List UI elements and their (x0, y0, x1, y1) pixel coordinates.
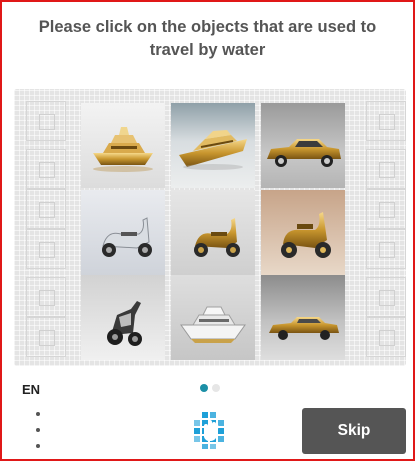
page-dot-active (200, 384, 208, 392)
background-square (26, 317, 66, 357)
tile-black-motorbike[interactable] (81, 275, 165, 360)
golden-scooter-image (171, 190, 255, 275)
menu-dots-icon[interactable] (32, 412, 44, 448)
tile-golden-speedboat[interactable] (171, 103, 255, 188)
menu-dot (36, 428, 40, 432)
challenge-prompt: Please click on the objects that are use… (22, 16, 393, 62)
background-square (366, 101, 406, 141)
prompt-line-1: Please click on the objects that are use… (38, 18, 377, 36)
page-indicator (200, 384, 220, 392)
golden-vintage-car-image (261, 103, 345, 188)
tile-golden-scooter[interactable] (171, 190, 255, 275)
gold-limousine-image (261, 275, 345, 360)
background-square (366, 317, 406, 357)
language-selector[interactable]: EN (22, 382, 40, 397)
background-square (366, 277, 406, 317)
background-square (26, 149, 66, 189)
tile-gold-limousine-2[interactable] (261, 275, 345, 360)
background-square (366, 229, 406, 269)
skip-button[interactable]: Skip (302, 408, 406, 454)
background-square (26, 277, 66, 317)
tile-gold-chrome-scooter[interactable] (261, 190, 345, 275)
page-dot-inactive (212, 384, 220, 392)
tile-silver-scooter[interactable] (81, 190, 165, 275)
prompt-line-2: travel by water (149, 41, 266, 59)
background-square (26, 189, 66, 229)
tile-white-yacht[interactable] (171, 275, 255, 360)
hcaptcha-logo-icon (194, 412, 224, 449)
background-square (26, 101, 66, 141)
tile-golden-limousine[interactable] (261, 103, 345, 188)
captcha-frame: Please click on the objects that are use… (0, 0, 415, 461)
background-square (366, 149, 406, 189)
image-grid (14, 89, 406, 366)
silver-scooter-image (81, 190, 165, 275)
golden-speedboat-image (171, 103, 255, 188)
golden-yacht-image (81, 103, 165, 188)
menu-dot (36, 412, 40, 416)
white-yacht-image (171, 275, 255, 360)
gold-scooter-image (261, 190, 345, 275)
background-square (26, 229, 66, 269)
background-square (366, 189, 406, 229)
menu-dot (36, 444, 40, 448)
tile-golden-yacht[interactable] (81, 103, 165, 188)
motorbike-image (81, 275, 165, 360)
